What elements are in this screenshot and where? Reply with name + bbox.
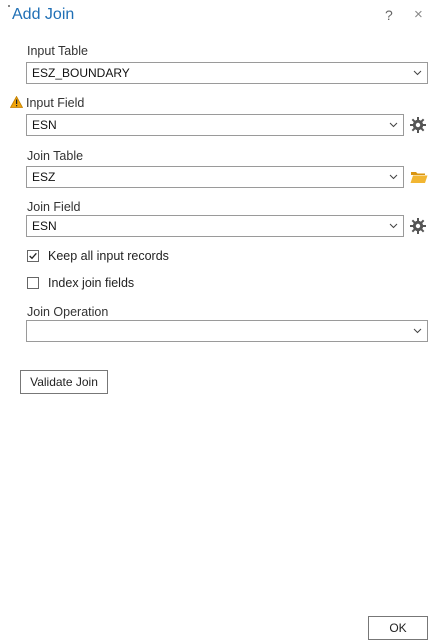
join-operation-label: Join Operation xyxy=(27,305,109,319)
join-field-value: ESN xyxy=(32,219,57,233)
input-table-select[interactable]: ESZ_BOUNDARY xyxy=(26,62,428,84)
input-field-label: Input Field xyxy=(26,96,85,110)
join-operation-select[interactable] xyxy=(26,320,428,342)
input-field-select[interactable]: ESN xyxy=(26,114,404,136)
chevron-down-icon xyxy=(413,328,422,334)
input-table-value: ESZ_BOUNDARY xyxy=(32,66,130,80)
checkmark-icon xyxy=(29,252,37,260)
chevron-down-icon xyxy=(389,223,398,229)
close-button[interactable]: × xyxy=(414,6,423,23)
input-field-value: ESN xyxy=(32,118,57,132)
join-table-label: Join Table xyxy=(27,149,84,163)
keep-all-records-checkbox[interactable] xyxy=(27,250,39,262)
help-button[interactable]: ? xyxy=(385,7,393,23)
chevron-down-icon xyxy=(389,122,398,128)
index-join-fields-checkbox[interactable] xyxy=(27,277,39,289)
chevron-down-icon xyxy=(413,70,422,76)
join-table-select[interactable]: ESZ xyxy=(26,166,404,188)
keep-all-records-label: Keep all input records xyxy=(48,249,169,263)
ok-button[interactable]: OK xyxy=(368,616,428,640)
pane-grip-dot xyxy=(8,5,10,7)
index-join-fields-label: Index join fields xyxy=(48,276,135,290)
warning-triangle-icon xyxy=(10,96,23,108)
gear-icon[interactable] xyxy=(410,218,426,234)
join-field-select[interactable]: ESN xyxy=(26,215,404,237)
join-table-value: ESZ xyxy=(32,170,56,184)
folder-open-icon[interactable] xyxy=(410,170,428,184)
validate-join-button[interactable]: Validate Join xyxy=(20,370,108,394)
add-join-pane: Add Join ? × Input Table ESZ_BOUNDARY In… xyxy=(0,0,428,640)
chevron-down-icon xyxy=(389,174,398,180)
join-field-label: Join Field xyxy=(27,200,81,214)
gear-icon[interactable] xyxy=(410,117,426,133)
input-table-label: Input Table xyxy=(27,44,88,58)
dialog-title: Add Join xyxy=(12,6,75,23)
